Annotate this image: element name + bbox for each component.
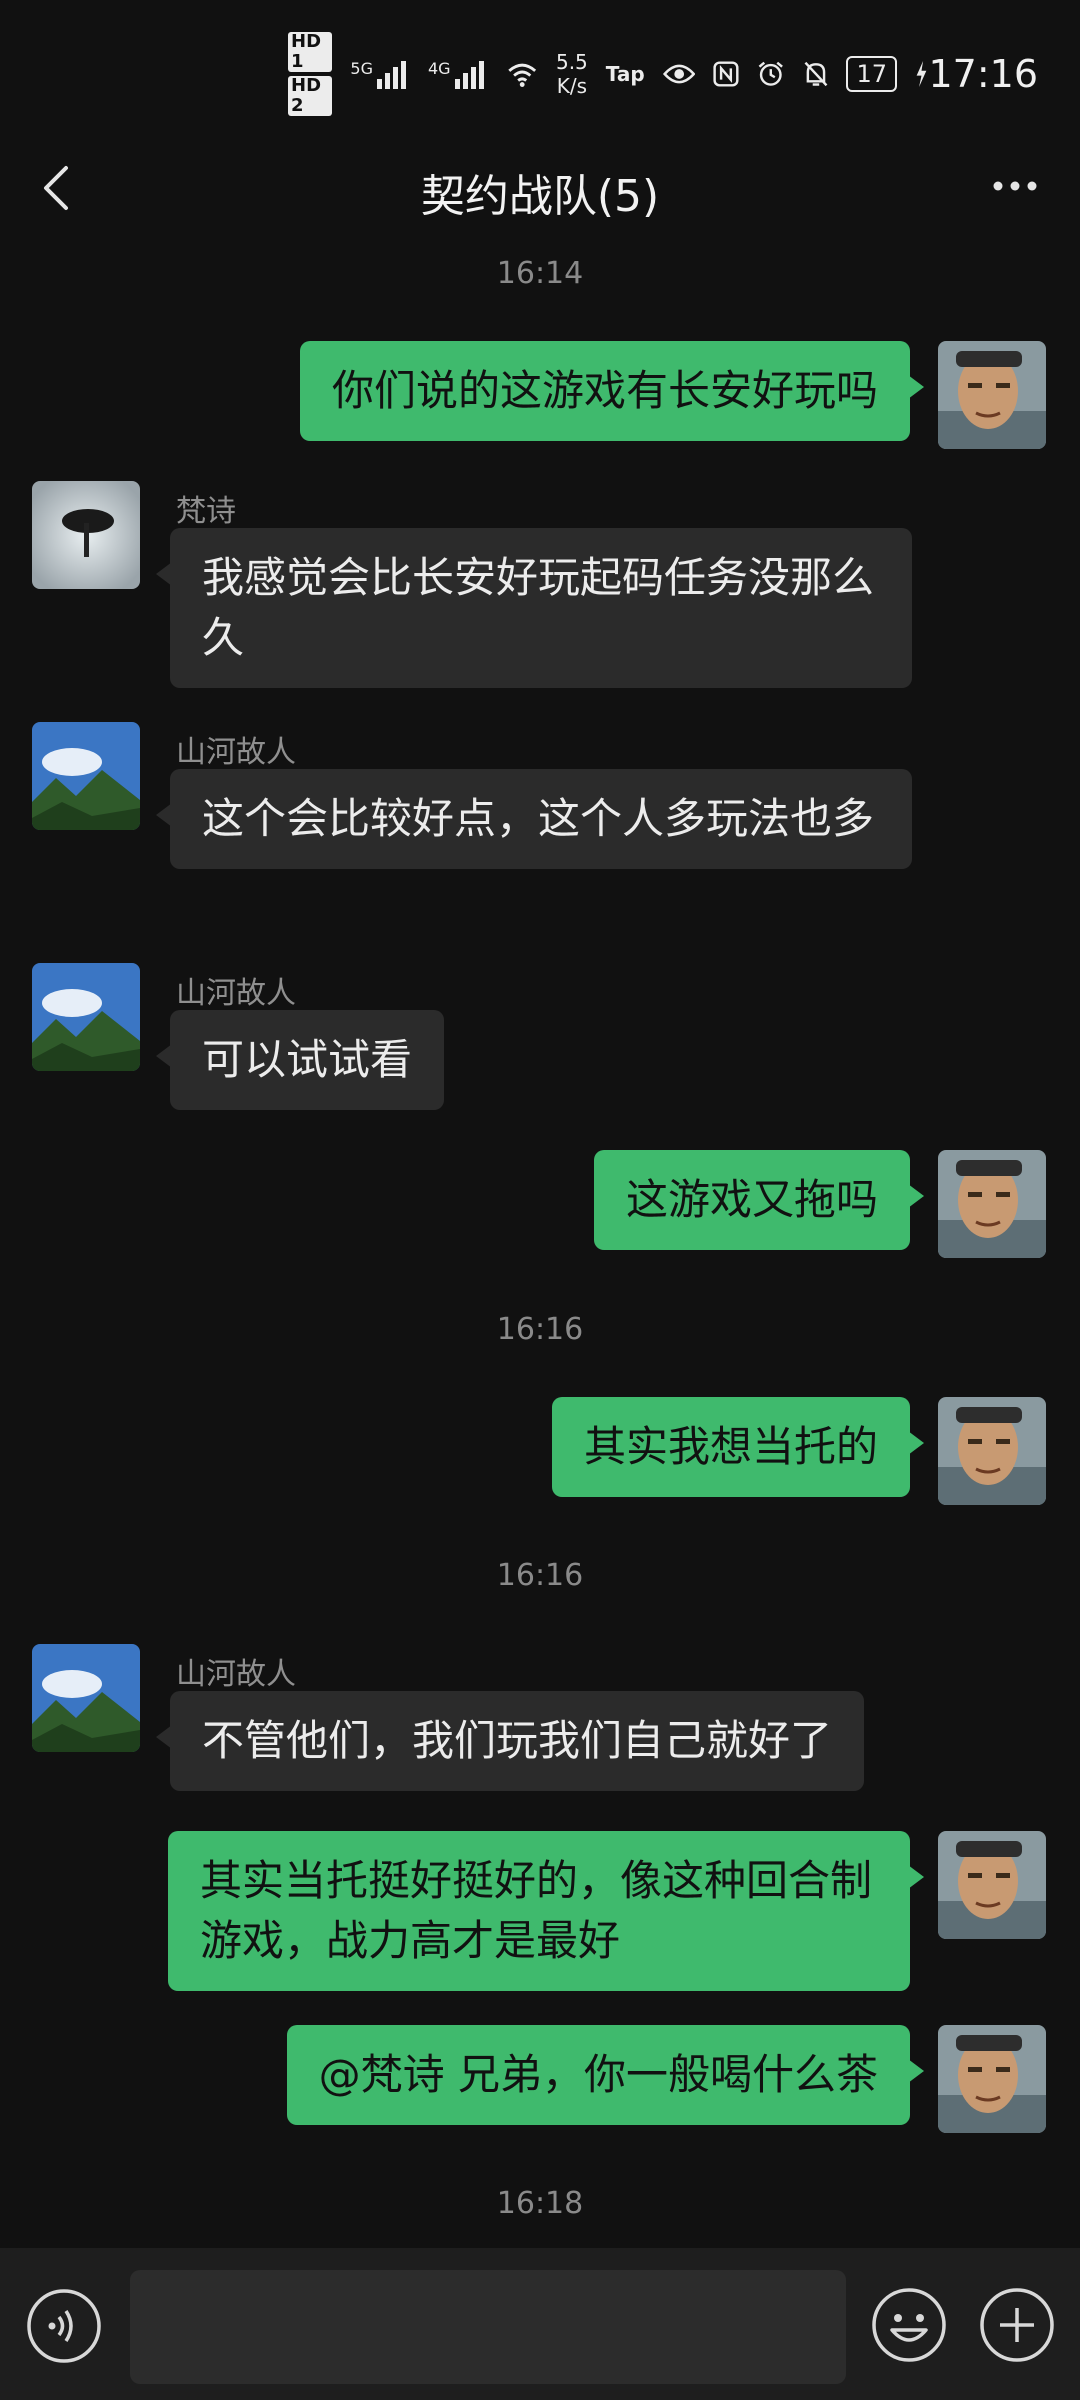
chat-input-bar [0, 2248, 1080, 2400]
avatar-shanhe[interactable] [32, 963, 140, 1071]
page-title: 契约战队(5) [420, 171, 660, 222]
net-5g-label: 5G [350, 59, 373, 78]
charging-bolt-icon [916, 61, 927, 87]
hd1-label: HD 1 [288, 32, 333, 72]
message-bubble-incoming[interactable]: 这个会比较好点，这个人多玩法也多 [156, 769, 912, 869]
message-bubble-incoming[interactable]: 我感觉会比长安好玩起码任务没那么久 [156, 528, 912, 688]
avatar-self[interactable] [938, 1831, 1046, 1939]
avatar-shanhe[interactable] [32, 722, 140, 830]
avatar-self-image [938, 1150, 1046, 1258]
signal-4g-icon: 4G [428, 59, 488, 89]
sender-name: 梵诗 [176, 494, 236, 529]
voice-button[interactable] [26, 2288, 102, 2364]
message-bubble-incoming[interactable]: 不管他们，我们玩我们自己就好了 [155, 1691, 865, 1791]
status-bar: HD 1 HD 2 5G 4G 5.5 K/s Tap 17 17:16 [0, 0, 1080, 130]
avatar-shanhe-image [32, 1644, 140, 1752]
net-speed-unit: K/s [556, 74, 588, 98]
avatar-self-image [938, 2025, 1046, 2133]
signal-5g-icon: 5G [350, 59, 410, 89]
emoji-button[interactable] [870, 2286, 948, 2364]
avatar-self[interactable] [938, 1150, 1046, 1258]
message-bubble-outgoing[interactable]: @梵诗 兄弟，你一般喝什么茶 [286, 2025, 925, 2125]
avatar-shanhe-image [32, 722, 140, 830]
alarm-icon [758, 61, 783, 86]
eye-icon [662, 64, 696, 84]
avatar-self[interactable] [938, 2025, 1046, 2133]
chat-timestamp: 16:16 [496, 1312, 584, 1347]
message-bubble-incoming[interactable]: 可以试试看 [155, 1010, 445, 1110]
voice-icon [27, 2289, 101, 2363]
avatar-shanhe-image [32, 963, 140, 1071]
status-icons: HD 1 HD 2 5G 4G 5.5 K/s Tap 17 [288, 32, 928, 116]
status-time: 17:16 [928, 52, 1038, 96]
avatar-self[interactable] [938, 1397, 1046, 1505]
avatar-self[interactable] [938, 341, 1046, 449]
hd2-label: HD 2 [288, 76, 333, 116]
net-4g-label: 4G [427, 59, 451, 78]
message-bubble-outgoing[interactable]: 这游戏又拖吗 [593, 1150, 925, 1250]
avatar-self-image [938, 1831, 1046, 1939]
message-bubble-outgoing[interactable]: 你们说的这游戏有长安好玩吗 [299, 341, 925, 441]
more-dots-icon [993, 181, 1037, 191]
sender-name: 山河故人 [176, 735, 296, 770]
message-bubble-outgoing[interactable]: 其实我想当托的 [551, 1397, 925, 1497]
hd-indicator: HD 1 HD 2 [288, 32, 333, 116]
battery-indicator: 17 [846, 56, 898, 92]
chat-timestamp: 16:18 [496, 2186, 584, 2221]
avatar-fanshi[interactable] [32, 481, 140, 589]
avatar-self-image [938, 1397, 1046, 1505]
net-speed: 5.5 K/s [556, 50, 588, 98]
avatar-shanhe[interactable] [32, 1644, 140, 1752]
tap-label: Tap [605, 62, 645, 86]
net-speed-value: 5.5 [555, 50, 588, 74]
wifi-icon [507, 63, 536, 87]
nfc-icon [713, 61, 739, 87]
message-bubble-outgoing[interactable]: 其实当托挺好挺好的，像这种回合制游戏，战力高才是最好 [168, 1831, 924, 1991]
mute-bell-icon [804, 61, 827, 87]
more-button[interactable] [980, 156, 1050, 216]
chat-header: 契约战队(5) [0, 130, 1080, 248]
avatar-fanshi-image [32, 481, 140, 589]
avatar-self-image [938, 341, 1046, 449]
emoji-icon [872, 2288, 946, 2362]
chat-timestamp: 16:16 [496, 1558, 584, 1593]
message-input[interactable] [130, 2270, 846, 2384]
plus-icon [980, 2288, 1054, 2362]
sender-name: 山河故人 [176, 976, 296, 1011]
chat-timestamp: 16:14 [496, 256, 584, 291]
sender-name: 山河故人 [176, 1657, 296, 1692]
more-functions-button[interactable] [978, 2286, 1056, 2364]
